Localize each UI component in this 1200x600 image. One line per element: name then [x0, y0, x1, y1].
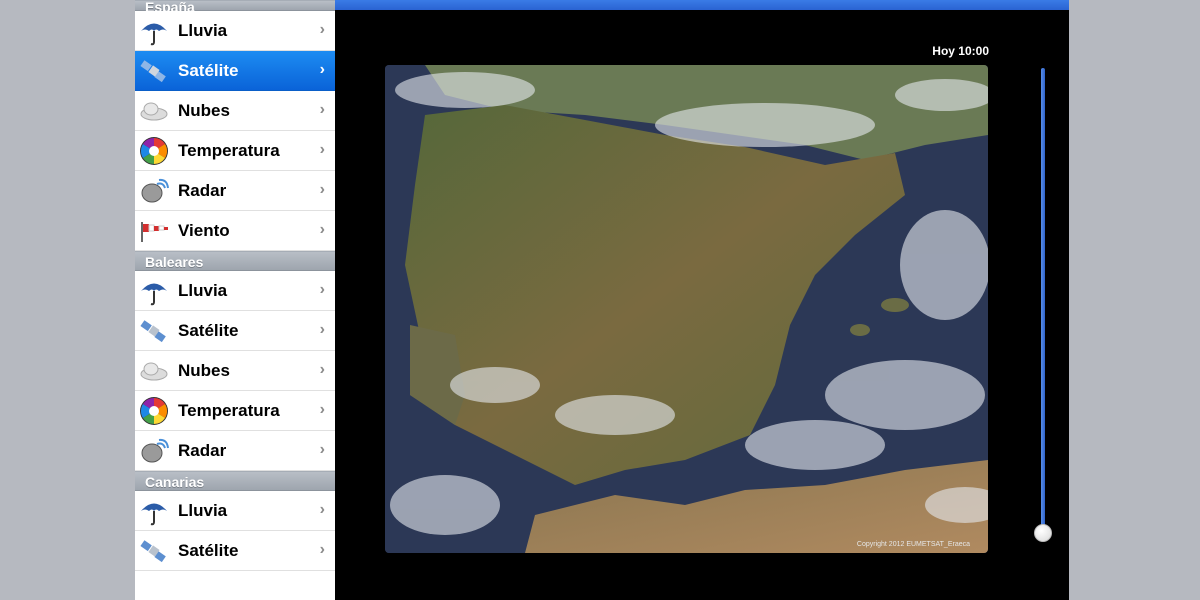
app-window: España Lluvia › Satélite › Nubes › Tempe…: [135, 0, 1069, 600]
satellite-map-image[interactable]: Copyright 2012 EUMETSAT_Eraeca: [385, 65, 988, 553]
section-header-espana: España: [135, 0, 335, 14]
sidebar-item-baleares-satelite[interactable]: Satélite ›: [135, 311, 335, 351]
sidebar-item-espana-lluvia[interactable]: Lluvia ›: [135, 11, 335, 51]
radar-dish-icon: [138, 435, 170, 467]
umbrella-icon: [138, 15, 170, 47]
chevron-right-icon: ›: [319, 281, 325, 298]
sidebar-item-label: Lluvia: [178, 500, 228, 520]
copyright-text: Copyright 2012 EUMETSAT_Eraeca: [856, 541, 970, 548]
sidebar-item-espana-temperatura[interactable]: Temperatura ›: [135, 131, 335, 171]
chevron-right-icon: ›: [319, 441, 325, 458]
section-header-canarias: Canarias: [135, 471, 335, 491]
color-wheel-icon: [138, 395, 170, 427]
sidebar-item-espana-satelite[interactable]: Satélite ›: [135, 51, 335, 91]
sidebar-item-baleares-lluvia[interactable]: Lluvia ›: [135, 271, 335, 311]
sidebar-item-label: Satélite: [178, 540, 239, 560]
umbrella-icon: [138, 275, 170, 307]
sidebar-item-label: Nubes: [178, 100, 230, 120]
cloud-icon: [138, 355, 170, 387]
chevron-right-icon: ›: [319, 61, 325, 78]
top-bar: [335, 0, 1069, 10]
sidebar-item-label: Nubes: [178, 360, 230, 380]
sidebar-item-espana-nubes[interactable]: Nubes ›: [135, 91, 335, 131]
satellite-icon: [138, 315, 170, 347]
sidebar-item-baleares-radar[interactable]: Radar ›: [135, 431, 335, 471]
sidebar-item-label: Lluvia: [178, 280, 228, 300]
radar-dish-icon: [138, 175, 170, 207]
sidebar-item-label: Satélite: [178, 320, 239, 340]
sidebar-item-label: Lluvia: [178, 20, 228, 40]
chevron-right-icon: ›: [319, 101, 325, 118]
chevron-right-icon: ›: [319, 501, 325, 518]
cloud-icon: [138, 95, 170, 127]
sidebar-item-espana-radar[interactable]: Radar ›: [135, 171, 335, 211]
chevron-right-icon: ›: [319, 401, 325, 418]
time-slider-track[interactable]: [1041, 68, 1045, 538]
sidebar: España Lluvia › Satélite › Nubes › Tempe…: [135, 0, 335, 600]
sidebar-item-label: Viento: [178, 220, 230, 240]
color-wheel-icon: [138, 135, 170, 167]
sidebar-item-label: Radar: [178, 180, 227, 200]
chevron-right-icon: ›: [319, 321, 325, 338]
sidebar-item-espana-viento[interactable]: Viento ›: [135, 211, 335, 251]
sidebar-item-canarias-satelite[interactable]: Satélite ›: [135, 531, 335, 571]
sidebar-item-canarias-lluvia[interactable]: Lluvia ›: [135, 491, 335, 531]
satellite-icon: [138, 535, 170, 567]
chevron-right-icon: ›: [319, 181, 325, 198]
time-slider-thumb[interactable]: [1034, 524, 1052, 542]
section-header-baleares: Baleares: [135, 251, 335, 271]
sidebar-item-label: Temperatura: [178, 140, 280, 160]
sidebar-item-baleares-temperatura[interactable]: Temperatura ›: [135, 391, 335, 431]
sidebar-item-baleares-nubes[interactable]: Nubes ›: [135, 351, 335, 391]
chevron-right-icon: ›: [319, 221, 325, 238]
chevron-right-icon: ›: [319, 541, 325, 558]
time-label: Hoy 10:00: [932, 44, 989, 58]
sidebar-item-label: Radar: [178, 440, 227, 460]
satellite-map-graphic: [385, 65, 988, 553]
chevron-right-icon: ›: [319, 361, 325, 378]
sidebar-item-label: Satélite: [178, 60, 239, 80]
satellite-icon: [138, 55, 170, 87]
windsock-icon: [138, 215, 170, 247]
umbrella-icon: [138, 495, 170, 527]
sidebar-item-label: Temperatura: [178, 400, 280, 420]
chevron-right-icon: ›: [319, 21, 325, 38]
chevron-right-icon: ›: [319, 141, 325, 158]
satellite-view: Hoy 10:00 Copyright 2012 EUMETSAT_Eraeca: [335, 10, 1069, 600]
